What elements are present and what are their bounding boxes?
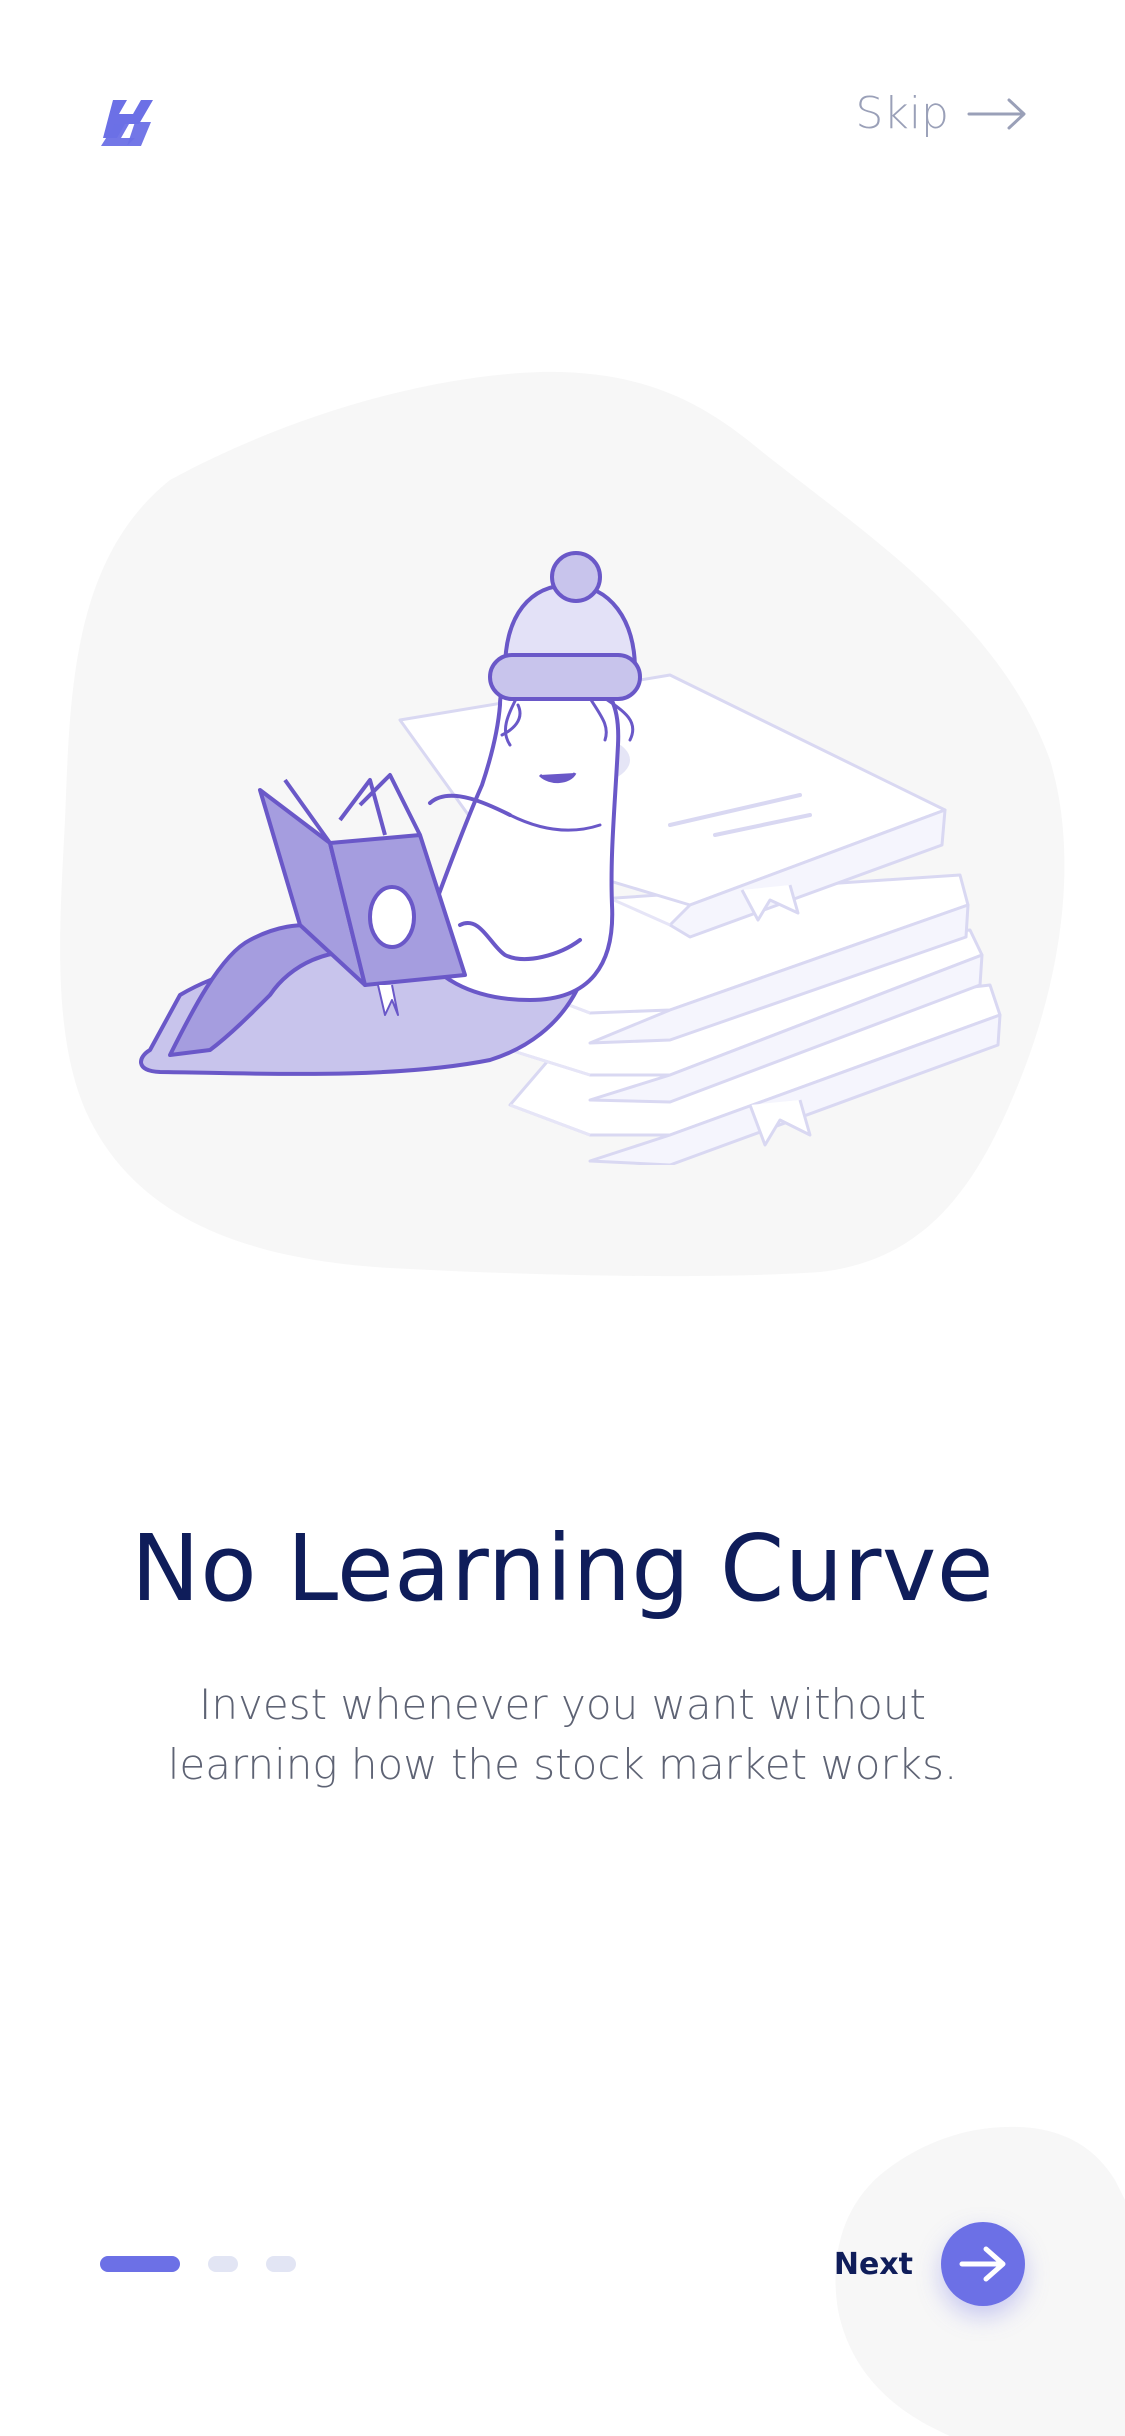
next-control[interactable]: Next <box>834 2222 1025 2306</box>
skip-label: Skip <box>855 88 949 139</box>
page-dot-3[interactable] <box>266 2256 296 2272</box>
arrow-right-icon <box>967 98 1026 129</box>
onboarding-screen: Skip No Learning Curve Invest whenever y… <box>0 0 1125 2436</box>
page-dot-1[interactable] <box>100 2256 180 2272</box>
character-reading-book-illustration <box>139 551 1002 1165</box>
page-dot-2[interactable] <box>208 2256 238 2272</box>
page-indicator <box>100 2256 296 2272</box>
next-button[interactable] <box>941 2222 1025 2306</box>
next-label: Next <box>833 2246 913 2282</box>
arrow-right-icon <box>959 2246 1006 2282</box>
page-title: No Learning Curve <box>131 1515 994 1622</box>
brand-logo-icon[interactable] <box>99 98 155 148</box>
skip-button[interactable]: Skip <box>855 88 1027 139</box>
page-subtitle: Invest whenever you want without learnin… <box>167 1680 958 1789</box>
